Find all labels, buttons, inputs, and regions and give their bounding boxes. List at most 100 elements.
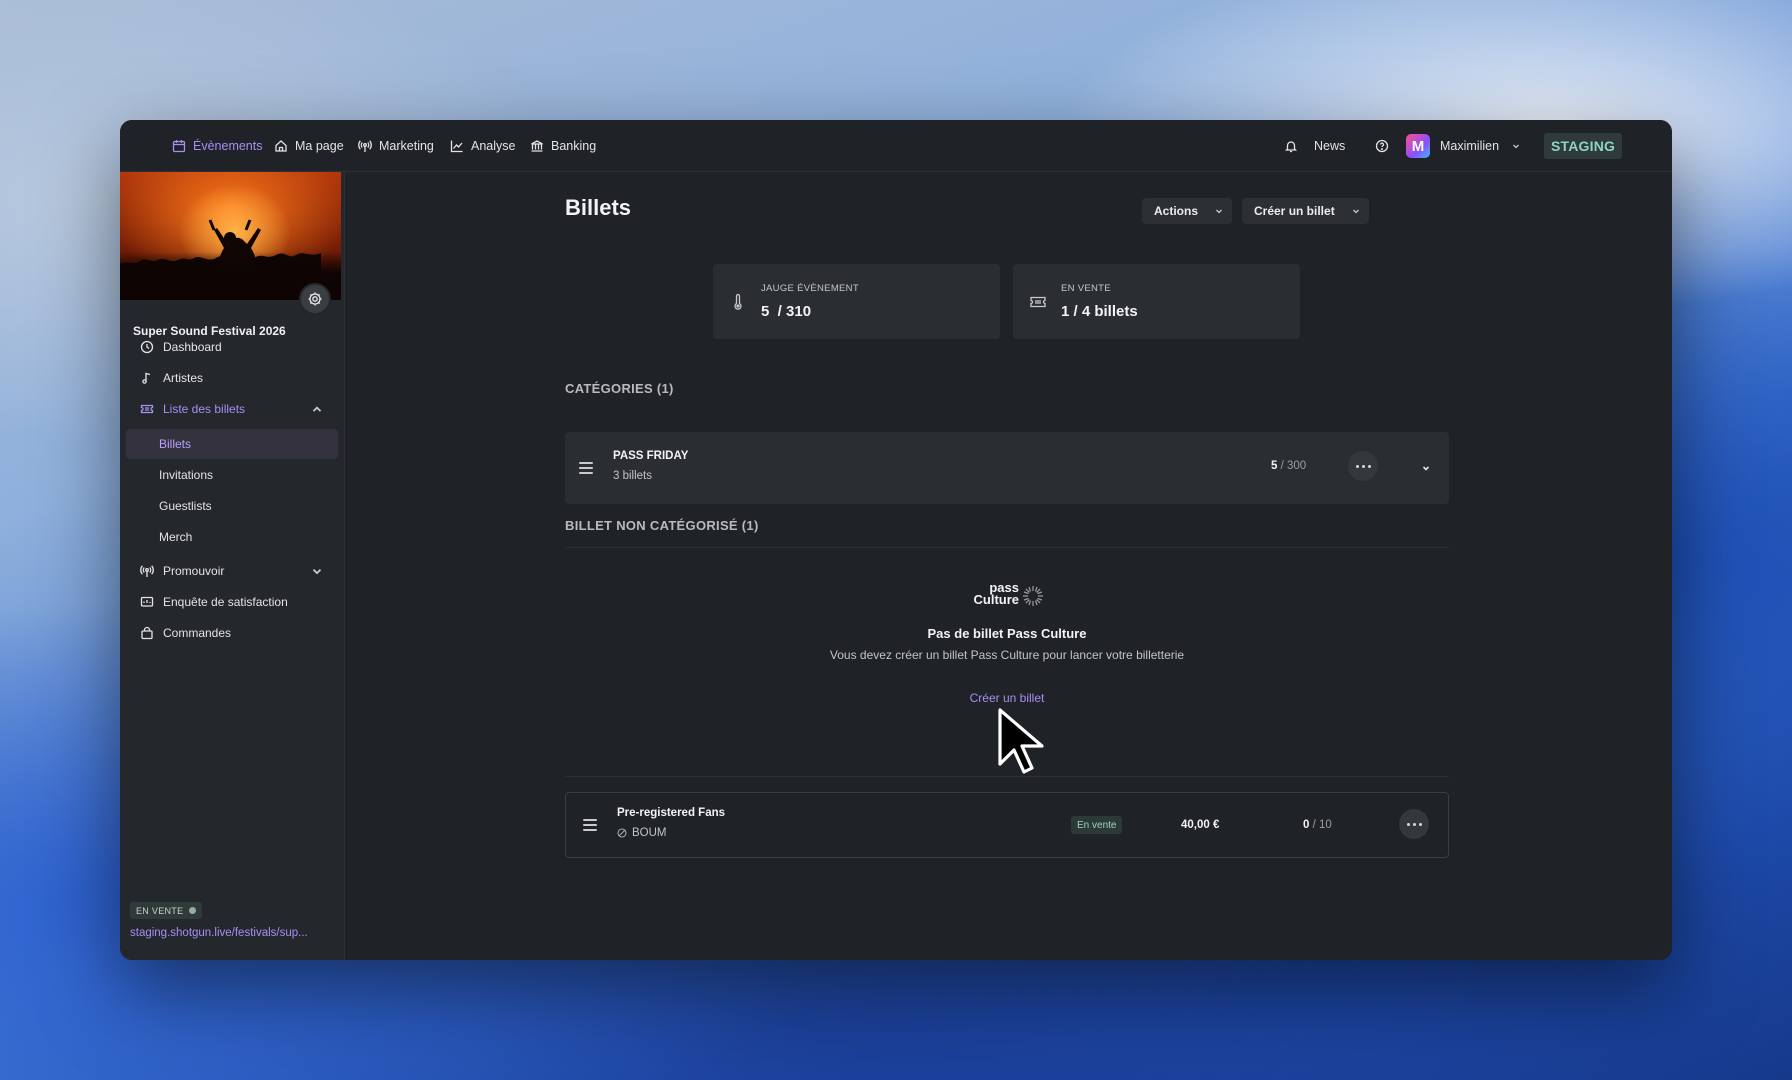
ticket-row[interactable]: Pre-registered Fans BOUM En vente 40,00 … — [565, 792, 1449, 858]
stat-label: JAUGE ÉVÈNEMENT — [761, 283, 859, 294]
ticket-name: Pre-registered Fans — [617, 807, 726, 819]
logo-line-2: Culture — [973, 592, 1020, 607]
ticket-price: 40,00 € — [1181, 819, 1220, 831]
sidebar-item-label: Dashboard — [163, 340, 222, 354]
event-public-url-link[interactable]: staging.shotgun.live/festivals/sup... — [130, 927, 308, 939]
nav-label: Marketing — [379, 139, 434, 153]
drag-handle-icon[interactable] — [583, 819, 597, 831]
event-cover-image — [120, 172, 341, 300]
category-ticket-count: 3 billets — [613, 470, 652, 482]
ticket-icon — [1030, 296, 1046, 308]
chevron-up-icon — [312, 406, 322, 412]
chevron-down-icon[interactable] — [1421, 463, 1431, 473]
ticket-more-button[interactable] — [1399, 809, 1429, 839]
thermometer-icon — [734, 293, 742, 310]
environment-badge: STAGING — [1544, 133, 1623, 159]
stat-value: 1 / 4 billets — [1061, 303, 1138, 320]
category-name: PASS FRIDAY — [613, 450, 689, 462]
nav-label: Évènements — [193, 139, 263, 153]
pass-culture-create-link[interactable]: Créer un billet — [970, 691, 1045, 705]
event-settings-button[interactable] — [299, 283, 331, 315]
ticket-total: / 10 — [1309, 819, 1332, 831]
nav-evenements[interactable]: Évènements — [172, 120, 262, 172]
clock-icon — [140, 340, 154, 354]
pass-culture-logo-text: pass Culture — [969, 581, 1020, 607]
pass-culture-logo: pass Culture — [969, 581, 1049, 616]
sidebar-item-label: Invitations — [159, 468, 214, 482]
chevron-down-icon — [312, 568, 322, 575]
nav-banking[interactable]: Banking — [530, 120, 596, 172]
news-button[interactable]: News — [1284, 120, 1345, 172]
gear-icon — [308, 292, 322, 306]
mouse-pointer-icon — [998, 708, 1044, 774]
stat-card-jauge: JAUGE ÉVÈNEMENT 5 / 310 — [713, 264, 1000, 339]
page-title: Billets — [565, 195, 632, 220]
nav-marketing[interactable]: Marketing — [358, 120, 434, 172]
user-menu[interactable]: M Maximilien — [1406, 120, 1520, 172]
ticket-tag-label: BOUM — [632, 827, 667, 839]
bank-icon — [531, 140, 543, 152]
sidebar-item-merch[interactable]: Merch — [126, 522, 338, 552]
music-note-icon — [142, 372, 151, 384]
stat-card-en-vente: EN VENTE 1 / 4 billets — [1013, 264, 1300, 339]
chevron-down-icon — [1513, 144, 1520, 149]
sidebar-item-label: Billets — [159, 437, 192, 451]
sidebar-item-invitations[interactable]: Invitations — [126, 460, 338, 490]
sidebar-item-label: Commandes — [163, 626, 232, 640]
news-label: News — [1314, 139, 1346, 153]
sidebar-item-billets[interactable]: Billets — [126, 429, 338, 459]
uncategorized-heading: BILLET NON CATÉGORISÉ (1) — [565, 518, 759, 533]
calendar-icon — [172, 140, 186, 153]
eye-off-icon — [617, 828, 627, 838]
sidebar-item-dashboard[interactable]: Dashboard — [126, 332, 338, 362]
pass-culture-create-link-wrapper: Créer un billet — [565, 691, 1449, 705]
actions-button[interactable]: Actions — [1142, 198, 1232, 224]
category-more-button[interactable] — [1348, 451, 1378, 481]
sidebar: Super Sound Festival 2026 Dashboard Arti… — [120, 172, 345, 960]
stat-value: 5 / 310 — [761, 303, 812, 320]
sidebar-item-label: Merch — [159, 530, 193, 544]
sunburst-icon — [1023, 586, 1043, 606]
sidebar-item-commandes[interactable]: Commandes — [126, 618, 338, 648]
sidebar-item-label: Liste des billets — [163, 402, 246, 416]
create-ticket-button[interactable]: Créer un billet — [1242, 198, 1369, 224]
nav-analyse[interactable]: Analyse — [450, 120, 515, 172]
avatar: M — [1406, 134, 1430, 158]
category-capacity: 5 / 300 — [1271, 460, 1306, 472]
event-status-badge: EN VENTE — [130, 902, 203, 919]
status-dot-icon — [189, 907, 197, 914]
nav-label: Analyse — [471, 139, 516, 153]
sidebar-item-label: Artistes — [163, 371, 204, 385]
bag-icon — [141, 626, 153, 640]
bell-icon — [1284, 141, 1298, 153]
drag-handle-icon[interactable] — [579, 462, 593, 474]
app-window: Évènements Ma page Marketing Analyse Ban… — [120, 120, 1672, 960]
ticket-tag: BOUM — [617, 827, 667, 839]
user-name: Maximilien — [1440, 139, 1500, 153]
status-label: EN VENTE — [136, 905, 184, 916]
sidebar-item-artistes[interactable]: Artistes — [126, 363, 338, 393]
chart-line-icon — [450, 140, 463, 153]
categories-heading: CATÉGORIES (1) — [565, 381, 674, 396]
home-icon — [275, 140, 287, 152]
sidebar-item-label: Promouvoir — [163, 564, 225, 578]
sidebar-item-promouvoir[interactable]: Promouvoir — [126, 556, 338, 586]
help-icon — [1375, 139, 1389, 153]
top-navigation: Évènements Ma page Marketing Analyse Ban… — [120, 120, 1672, 172]
sidebar-item-guestlists[interactable]: Guestlists — [126, 491, 338, 521]
section-divider — [565, 547, 1449, 548]
category-row[interactable]: PASS FRIDAY 3 billets 5 / 300 — [565, 432, 1449, 504]
ticket-quota: 0 / 10 — [1303, 819, 1332, 831]
pass-culture-subtitle: Vous devez créer un billet Pass Culture … — [829, 648, 1185, 662]
actions-label: Actions — [1154, 204, 1199, 218]
broadcast-icon — [358, 140, 372, 152]
ticket-icon — [140, 404, 154, 414]
sidebar-item-liste-des-billets[interactable]: Liste des billets — [126, 394, 338, 424]
chevron-down-icon — [1216, 209, 1222, 214]
survey-icon — [140, 596, 154, 607]
stat-label: EN VENTE — [1061, 283, 1111, 294]
sidebar-item-enquete[interactable]: Enquête de satisfaction — [126, 587, 338, 617]
broadcast-icon — [140, 565, 154, 577]
help-button[interactable] — [1375, 120, 1389, 172]
nav-ma-page[interactable]: Ma page — [274, 120, 344, 172]
